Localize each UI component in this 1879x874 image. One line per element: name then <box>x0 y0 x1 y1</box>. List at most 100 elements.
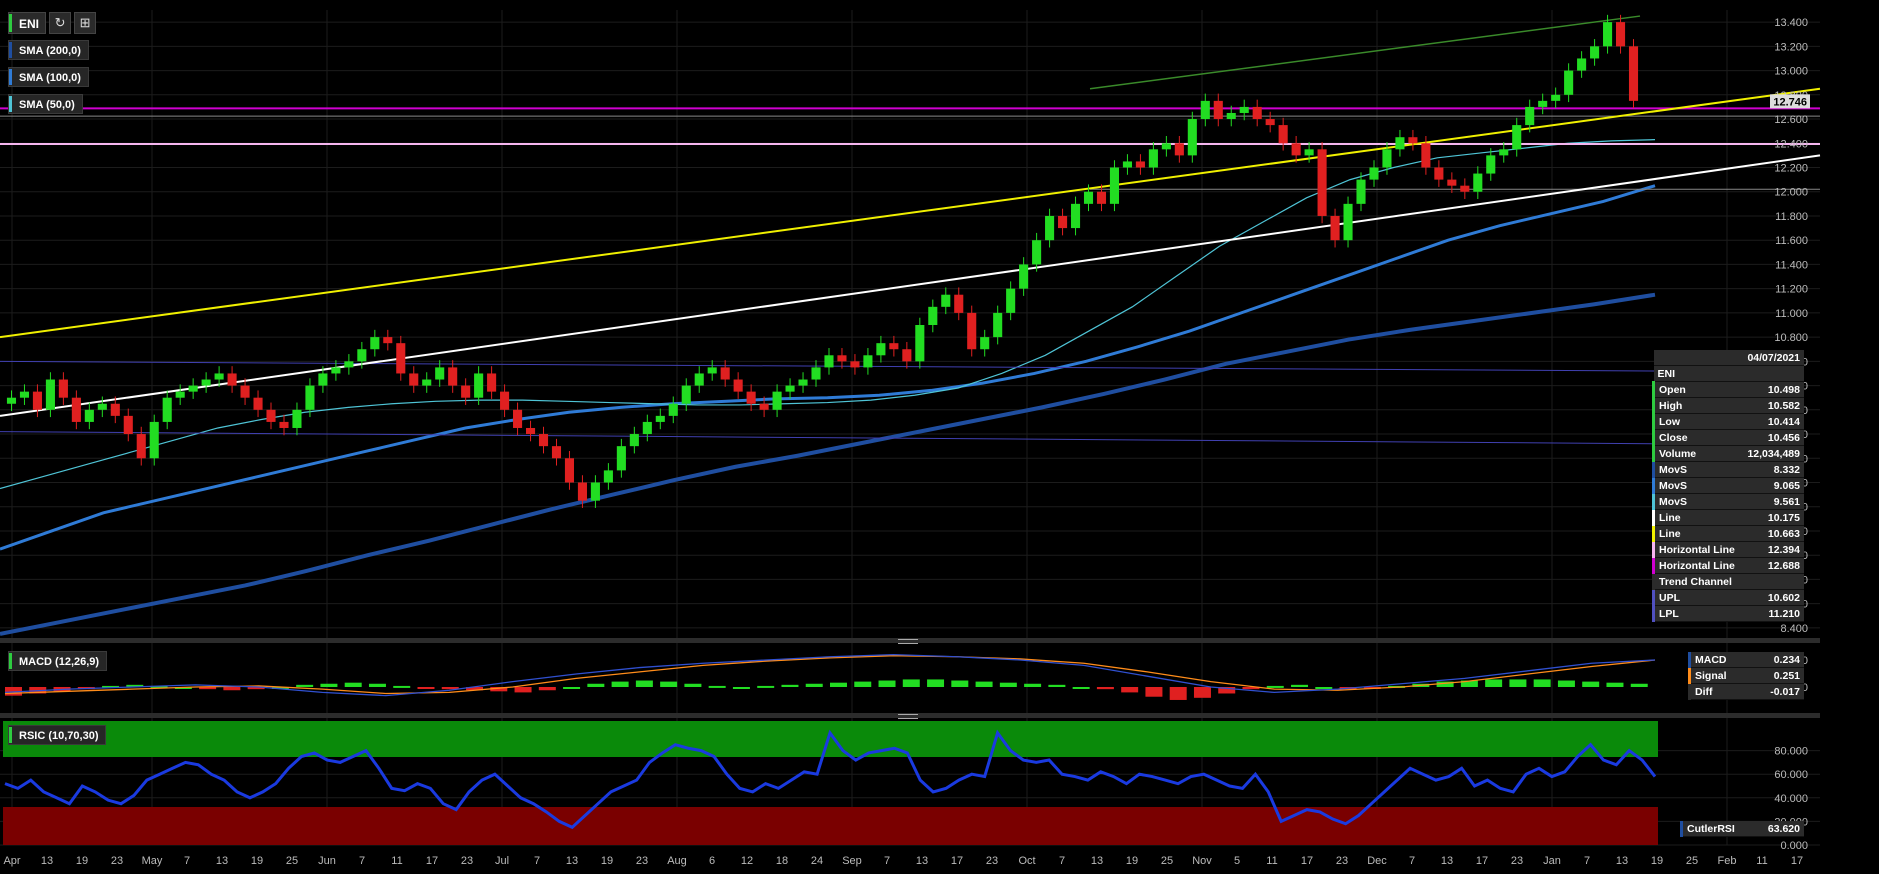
candle-body <box>603 470 613 483</box>
date-tick-label: 23 <box>986 855 998 867</box>
candle-body <box>707 367 717 374</box>
candle-body <box>655 415 665 422</box>
date-tick-label: 11 <box>1756 855 1767 867</box>
macd-histogram-bar <box>635 680 653 687</box>
candle-body <box>71 397 81 422</box>
ticker-toolbar: ENI ↻ ⊞ <box>8 12 97 34</box>
candle-body <box>1603 22 1613 47</box>
rsi-tick-label: 0.000 <box>1780 840 1808 852</box>
candle-body <box>84 409 94 422</box>
macd-histogram-bar <box>1315 687 1333 689</box>
macd-histogram-bar <box>611 681 629 687</box>
refresh-icon[interactable]: ↻ <box>49 12 72 34</box>
candle-body <box>1382 149 1392 168</box>
overlay-label-sma[interactable]: SMA (50,0) <box>8 94 83 114</box>
trend-line-yellow <box>0 87 1821 339</box>
date-tick-label: 7 <box>359 855 365 867</box>
price-tick-label: 8.400 <box>1780 623 1808 635</box>
macd-histogram-bar <box>1024 683 1042 687</box>
candle-body <box>642 421 652 435</box>
price-tick-label: 13.400 <box>1774 17 1808 29</box>
macd-histogram-bar <box>1121 687 1139 693</box>
candle-body <box>357 349 367 362</box>
macd-histogram-bar <box>975 681 993 687</box>
info-row: MovS 9.561 <box>1651 493 1804 510</box>
date-tick-label: 13 <box>216 855 228 867</box>
candle-body <box>733 379 743 392</box>
overlay-label-sma[interactable]: SMA (100,0) <box>8 67 89 87</box>
candle-body <box>1252 106 1262 120</box>
macd-histogram-bar <box>223 687 241 691</box>
price-tick-label: 13.000 <box>1774 66 1808 78</box>
date-tick-label: 17 <box>951 855 963 867</box>
candle-body <box>1265 119 1275 126</box>
date-tick-label: 11 <box>391 855 402 867</box>
candle-body <box>668 403 678 416</box>
candle-body <box>513 409 523 428</box>
date-tick-label: Jun <box>318 855 336 867</box>
date-tick-label: 19 <box>1126 855 1138 867</box>
date-tick-label: 13 <box>1441 855 1453 867</box>
candle-body <box>227 373 237 386</box>
candle-body <box>1032 240 1042 265</box>
ticker-symbol-button[interactable]: ENI <box>8 12 47 34</box>
candle-body <box>331 367 341 374</box>
candle-body <box>1577 58 1587 71</box>
macd-histogram-bar <box>1072 687 1090 689</box>
price-chart[interactable]: 13.40013.20013.00012.80012.60012.40012.2… <box>0 0 1879 874</box>
info-row: UPL 10.602 <box>1651 589 1804 606</box>
candle-body <box>1226 112 1236 120</box>
info-row: MovS 9.065 <box>1651 477 1804 494</box>
macd-histogram-bar <box>393 685 411 688</box>
candle-body <box>487 373 497 392</box>
candle-body <box>383 337 393 344</box>
date-tick-label: 23 <box>461 855 473 867</box>
candle-body <box>1486 155 1496 174</box>
date-tick-label: 13 <box>566 855 578 867</box>
macd-histogram-bar <box>1193 687 1211 698</box>
price-tick-label: 12.400 <box>1774 138 1808 150</box>
candle-body <box>1122 161 1132 168</box>
macd-histogram-bar <box>1145 687 1163 697</box>
macd-histogram-bar <box>660 681 678 687</box>
candle-body <box>370 337 380 350</box>
info-row: MovS 8.332 <box>1651 461 1804 478</box>
candle-body <box>889 343 899 350</box>
overlay-label-sma[interactable]: SMA (200,0) <box>8 40 89 60</box>
macd-histogram-bar <box>1582 681 1600 687</box>
sma200-line <box>0 292 1656 636</box>
candle-body <box>435 367 445 380</box>
resize-grip-icon[interactable] <box>898 639 918 644</box>
date-tick-label: 17 <box>1791 855 1803 867</box>
candle-body <box>1148 149 1158 168</box>
grid-icon[interactable]: ⊞ <box>74 12 97 34</box>
date-tick-label: 23 <box>1336 855 1348 867</box>
date-tick-label: 7 <box>1409 855 1415 867</box>
macd-histogram-bar <box>514 687 532 693</box>
macd-histogram-bar <box>1096 687 1114 690</box>
macd-info-row: Diff -0.017 <box>1688 683 1804 700</box>
info-row: Horizontal Line 12.688 <box>1651 557 1804 574</box>
rsi-label[interactable]: RSIC (10,70,30) <box>8 725 107 745</box>
date-tick-label: 6 <box>709 855 715 867</box>
macd-histogram-bar <box>1485 679 1503 687</box>
date-tick-label: 17 <box>1476 855 1488 867</box>
macd-histogram-bar <box>563 687 581 689</box>
price-tick-label: 11.200 <box>1775 284 1808 296</box>
candle-body <box>97 403 107 410</box>
candle-body <box>993 312 1003 338</box>
info-row: Open 10.498 <box>1651 381 1804 398</box>
date-tick-label: May <box>142 855 163 867</box>
candle-body <box>681 385 691 404</box>
candle-body <box>577 482 587 501</box>
candle-body <box>538 434 549 447</box>
macd-histogram-bar <box>1169 687 1187 700</box>
candle-body <box>1408 137 1418 144</box>
macd-histogram-bar <box>1048 684 1066 687</box>
date-tick-label: Aug <box>667 855 687 867</box>
candle-body <box>318 373 328 386</box>
resize-grip-icon[interactable] <box>898 714 918 719</box>
date-tick-label: 5 <box>1234 855 1240 867</box>
macd-info-panel: MACD 0.234 Signal 0.251 Diff -0.017 <box>1688 652 1804 700</box>
macd-label[interactable]: MACD (12,26,9) <box>8 651 108 671</box>
